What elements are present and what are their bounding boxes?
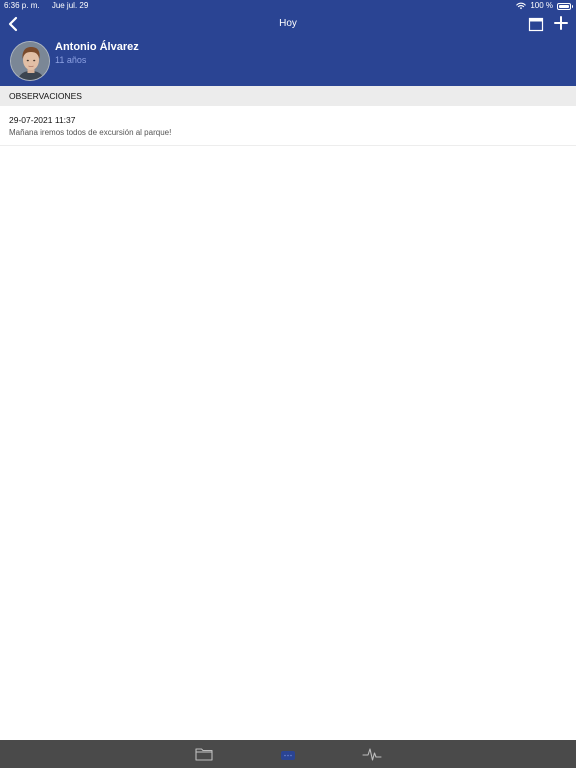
battery-icon [557,2,573,10]
calendar-icon [528,17,544,32]
battery-level [559,4,569,8]
patient-age: 11 años [55,55,87,65]
tab-vitals[interactable] [361,745,383,763]
section-header: OBSERVACIONES [0,86,576,106]
heartbeat-icon [362,748,382,761]
add-button[interactable] [553,15,569,31]
observation-text: Mañana iremos todos de excursión al parq… [9,128,172,137]
calendar-button[interactable] [528,16,544,32]
status-right: 100 % [516,0,573,12]
status-left: 6:36 p. m. Jue jul. 29 [4,0,88,12]
boy-portrait-icon [11,42,49,80]
status-date: Jue jul. 29 [51,1,89,10]
tab-observations[interactable] [277,745,299,763]
page-title: Hoy [279,18,297,29]
status-time: 6:36 p. m. [4,1,40,10]
tab-bar [0,740,576,768]
folder-icon [195,748,213,761]
battery-percent: 100 % [530,1,553,10]
tab-folder[interactable] [193,745,215,763]
chat-bubble-icon [281,751,295,760]
status-bar: 6:36 p. m. Jue jul. 29 100 % [0,0,576,12]
patient-name: Antonio Álvarez [55,41,139,53]
observation-datetime: 29-07-2021 11:37 [9,115,76,125]
app-header: 6:36 p. m. Jue jul. 29 100 % Hoy Antonio… [0,0,576,86]
plus-icon [554,16,568,30]
wifi-icon [516,2,527,10]
list-item[interactable]: 29-07-2021 11:37 Mañana iremos todos de … [0,106,576,146]
avatar [10,41,50,81]
